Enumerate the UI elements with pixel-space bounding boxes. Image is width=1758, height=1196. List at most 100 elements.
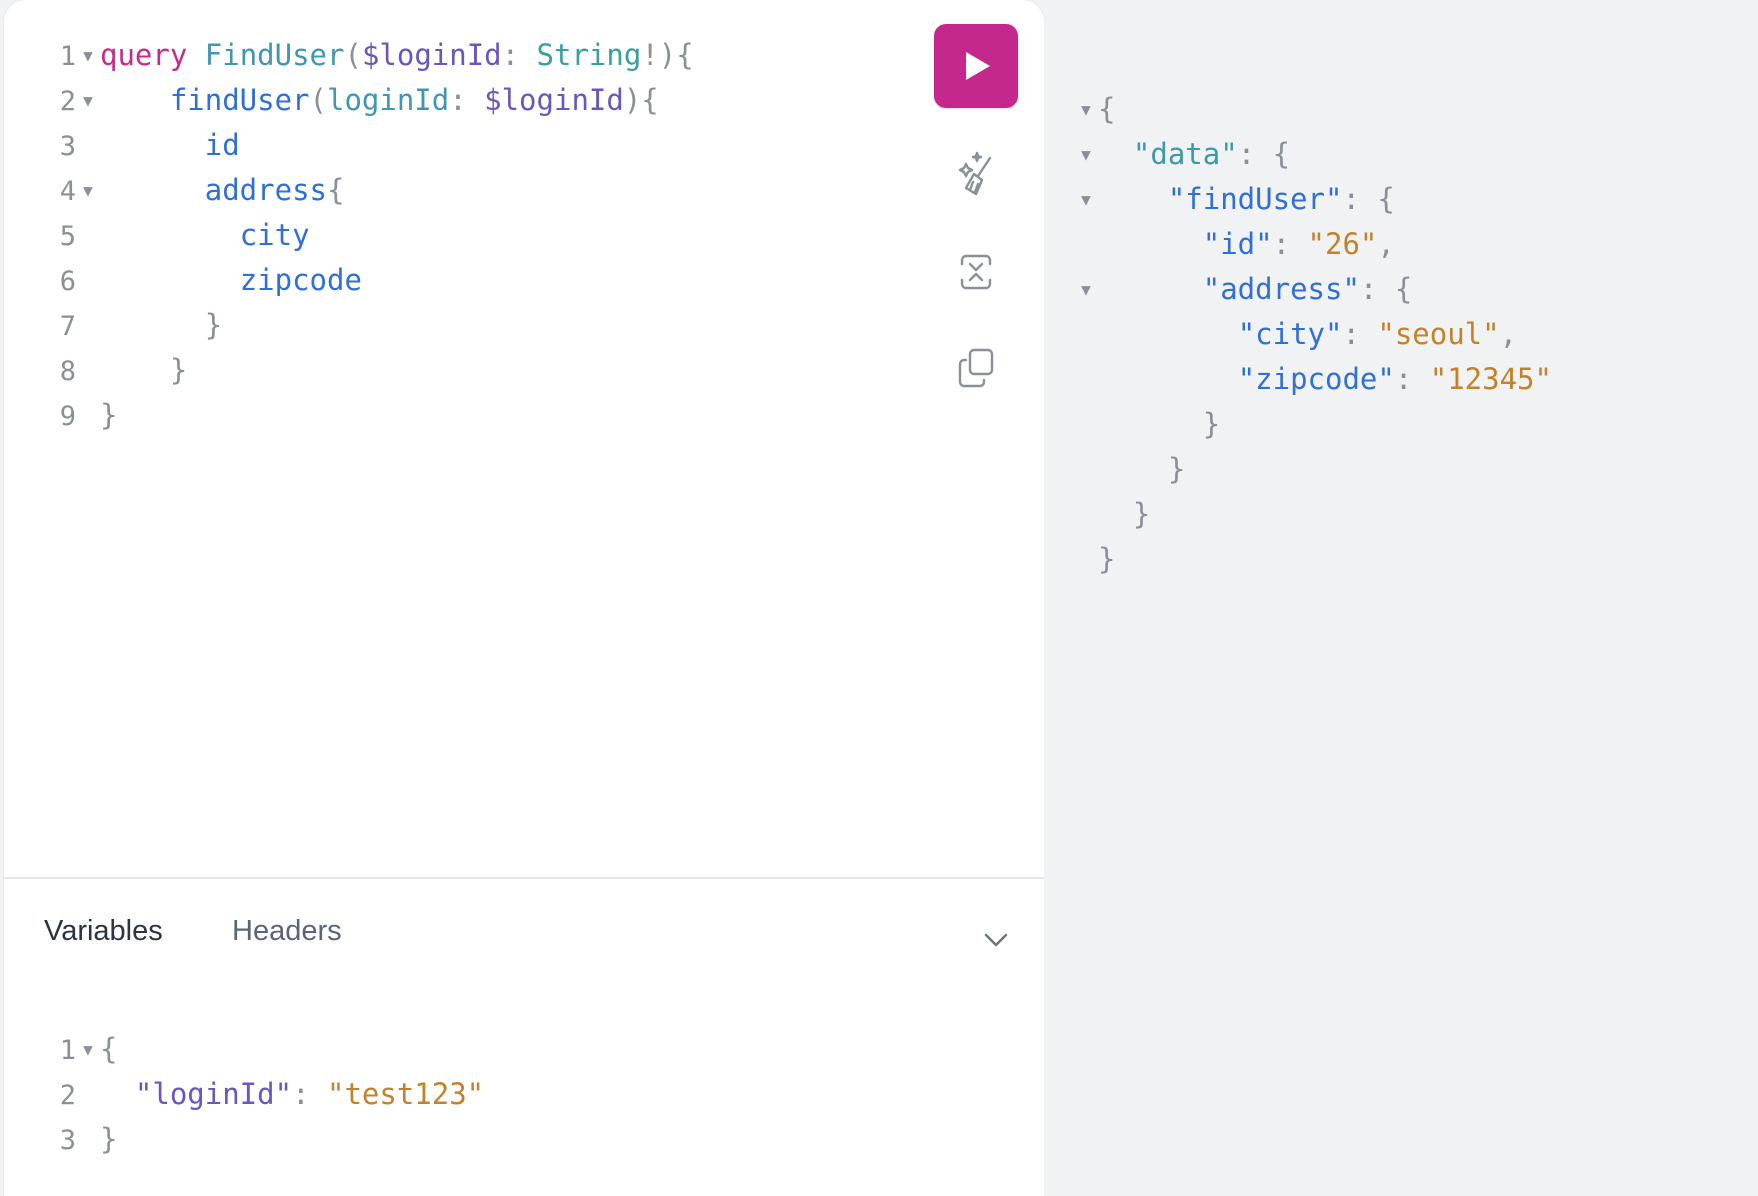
code-token: : { [1342,182,1395,216]
line-number: 2 [59,1080,76,1111]
code-token: : { [1359,272,1413,306]
code-token: "data" [1132,137,1238,171]
code-token: $loginId [361,38,502,72]
code-token: { [1098,92,1116,126]
variables-editor[interactable]: 1 ▼{2 "loginId": "test123" 3} [4,1027,484,1162]
code-token: } [1132,497,1151,531]
code-token: { [326,173,345,207]
code-line: 3 id [4,123,694,168]
merge-fragments-button[interactable] [934,244,1018,300]
code-token: "seoul" [1377,317,1500,351]
editor-toolbar [934,24,1018,396]
prettify-button[interactable] [934,148,1018,204]
code-line: ▼ "findUser": { [1044,177,1552,222]
code-line: 1 ▼ query FindUser($loginId: String!){ [4,33,694,78]
line-number: 3 [59,131,76,162]
copy-query-button[interactable] [934,340,1018,396]
tab-variables[interactable]: Variables [44,915,163,948]
code-token: : [501,38,537,72]
execute-query-button[interactable] [934,24,1018,108]
code-line: ▼ "data": { [1044,132,1552,177]
code-token: { [100,1032,118,1066]
editor-tools-tabs: Variables Headers [4,900,1044,970]
code-token: String [536,38,642,72]
code-line: "zipcode": "12345" [1044,357,1552,402]
code-token: , [1499,317,1518,351]
code-line: 6 zipcode [4,258,694,303]
code-token: address [204,173,327,207]
code-line: "city": "seoul", [1044,312,1552,357]
code-token: ( [309,83,327,117]
fold-toggle-icon[interactable]: ▼ [76,1027,100,1072]
fold-toggle-icon[interactable]: ▼ [76,168,100,213]
code-token: "test123" [326,1077,485,1111]
code-line: } [1044,537,1552,582]
code-token: "loginId" [134,1077,293,1111]
code-token: : [449,83,485,117]
code-token: query [100,38,188,72]
code-token: "zipcode" [1237,362,1395,396]
merge-fragments-icon [960,254,992,290]
code-token: !){ [641,38,694,72]
code-token: , [1377,227,1395,261]
code-line: 4 ▼ address{ [4,168,694,213]
line-number: 8 [59,356,76,387]
copy-icon [958,348,994,388]
line-number: 4 [59,176,76,207]
code-token: city [239,218,310,252]
fold-toggle-icon[interactable]: ▼ [76,78,100,123]
code-token: : [1272,227,1308,261]
code-token: } [100,398,118,432]
play-icon [966,52,990,80]
fold-toggle-icon[interactable]: ▼ [1074,87,1098,132]
line-number: 6 [59,266,76,297]
tab-headers[interactable]: Headers [232,915,342,948]
code-line: } [1044,492,1552,537]
code-line: "id": "26", [1044,222,1552,267]
code-token: zipcode [239,263,362,297]
code-token: loginId [327,83,450,117]
results-viewer: ▼{▼ "data": {▼ "findUser": { "id": "26",… [1044,87,1552,582]
line-number: 5 [59,221,76,252]
fold-toggle-icon[interactable]: ▼ [1074,132,1098,177]
code-token: findUser [169,83,310,117]
code-line: 5 city [4,213,694,258]
code-token: } [1202,407,1221,441]
fold-toggle-icon[interactable]: ▼ [1074,177,1098,222]
line-number: 2 [59,86,76,117]
collapse-tools-button[interactable] [976,920,1016,960]
magic-wand-icon [958,151,992,196]
code-line: ▼ "address": { [1044,267,1552,312]
code-token: "id" [1202,227,1273,261]
fold-toggle-icon[interactable]: ▼ [76,33,100,78]
code-token: id [204,128,240,162]
line-number: 3 [59,1125,76,1156]
code-token: FindUser [204,38,345,72]
code-token: "26" [1307,227,1378,261]
code-token: "findUser" [1167,182,1343,216]
query-editor[interactable]: 1 ▼ query FindUser($loginId: String!){2 ▼ f… [4,33,694,438]
code-line: 1 ▼{ [4,1027,484,1072]
editor-panel: 1 ▼ query FindUser($loginId: String!){2 ▼ f… [4,0,1044,1196]
code-token: ( [344,38,362,72]
code-line: ▼{ [1044,87,1552,132]
line-number: 1 [59,41,76,72]
code-line: 8 } [4,348,694,393]
code-line: } [1044,402,1552,447]
code-token: "city" [1237,317,1343,351]
fold-toggle-icon[interactable]: ▼ [1074,267,1098,312]
graphiql-app: 1 ▼ query FindUser($loginId: String!){2 ▼ f… [0,0,1758,1196]
